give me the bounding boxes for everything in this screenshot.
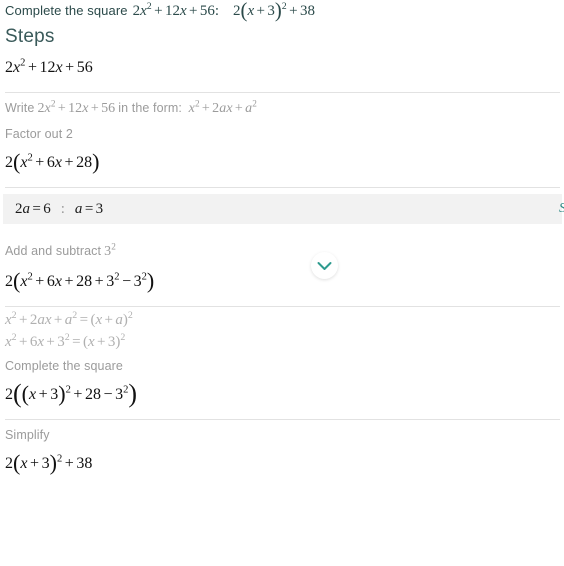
add-subtract-expression: 2(x2 +6x +28 +32−32) [5, 267, 155, 293]
page-title: Complete the square 2x2 +12x +56: 2(x +3)2 +… [5, 0, 559, 22]
final-expression: 2(x +3)2 +38 [5, 449, 93, 475]
divider [5, 92, 560, 93]
steps-heading: Steps [5, 26, 55, 47]
complete-square-label: Complete the square [5, 359, 123, 373]
page-title-text: Complete the square [5, 3, 128, 18]
factored-expression: 2(x2 +6x +28) [5, 148, 100, 174]
factor-out-label: Factor out 2 [5, 127, 73, 141]
divider [5, 306, 560, 307]
a-value-callout-math: 2a = 6: a = 3 [15, 200, 104, 217]
divider [5, 419, 560, 420]
write-in-form-math-1: 2x2 +12x +56 [37, 98, 116, 116]
chevron-down-icon [317, 261, 332, 271]
write-in-form-math-2: x2 +2ax + a2 [188, 98, 257, 116]
identity-general: x2 +2ax + a2 = (x + a)2 [5, 310, 133, 328]
expand-chevron-button[interactable] [311, 252, 338, 279]
divider [5, 187, 560, 188]
add-subtract-label-math: 32 [104, 241, 116, 259]
page-title-expression: 2x2 +12x +56: [132, 1, 220, 19]
add-subtract-label: Add and subtract 32 [5, 238, 559, 264]
completed-square-expression: 2((x +3)2 +28−32) [5, 379, 138, 409]
page-title-result: 2(x +3)2 +38 [233, 0, 315, 22]
callout-spacer [5, 224, 559, 238]
write-in-form-middle: in the form: [118, 101, 182, 115]
callout-link[interactable]: S [559, 201, 564, 217]
a-value-callout[interactable]: 2a=6:a=3 S [3, 194, 564, 224]
write-in-form-prefix: Write [5, 101, 35, 115]
solution-steps-page: Complete the square 2x2 +12x +56: 2(x +3)2 +… [0, 0, 564, 566]
add-subtract-label-text: Add and subtract [5, 244, 102, 258]
initial-expression: 2x2 +12x +56 [5, 57, 93, 76]
identity-applied: x2 +6x +32 = (x +3)2 [5, 332, 126, 350]
simplify-label: Simplify [5, 428, 50, 442]
write-in-form-label: Write 2x2 +12x +56 in the form: x2 +2ax + a2 [5, 95, 559, 121]
